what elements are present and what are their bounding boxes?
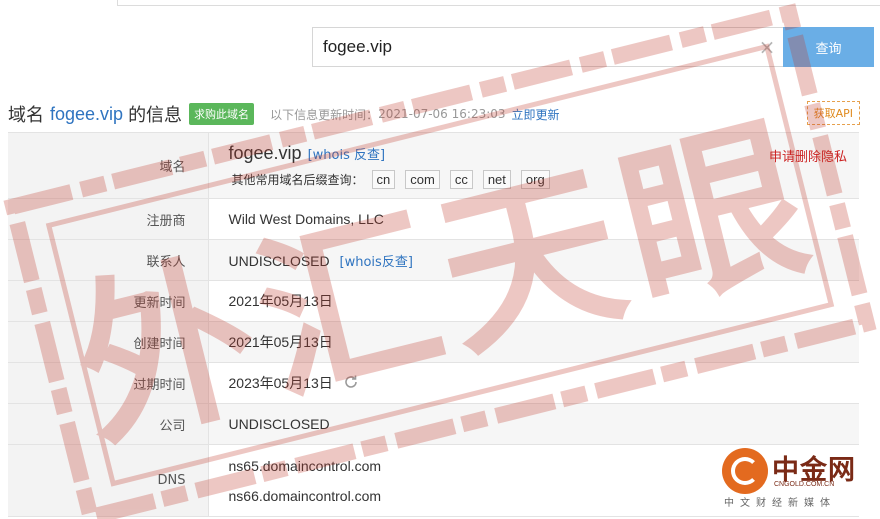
buy-domain-button[interactable]: 求购此域名	[189, 103, 255, 125]
row-value-contact: UNDISCLOSED [whois反查]	[208, 239, 859, 281]
refresh-icon[interactable]	[343, 374, 359, 393]
row-value-company: UNDISCLOSED	[208, 403, 859, 445]
row-label-expires: 过期时间	[8, 362, 209, 404]
suffix-chip-net[interactable]: net	[482, 169, 511, 189]
update-time-value: 2021-07-06 16:23:03	[378, 107, 506, 121]
update-time-label: 以下信息更新时间：	[270, 107, 379, 122]
table-row: 创建时间 2021年05月13日	[8, 321, 859, 363]
row-label-domain: 域名	[8, 132, 209, 199]
page-title-suffix: 的信息	[128, 105, 183, 126]
table-row: 过期时间 2023年05月13日	[8, 362, 859, 404]
refresh-now-link[interactable]: 立即更新	[512, 106, 560, 123]
table-row: 注册商 Wild West Domains, LLC	[8, 198, 859, 240]
browser-tab-strip	[0, 0, 880, 6]
page-title-domain: fogee.vip	[50, 103, 124, 124]
table-row: 公司 UNDISCLOSED	[8, 403, 859, 445]
row-label-company: 公司	[8, 403, 209, 445]
page-title-prefix: 域名	[8, 105, 44, 126]
row-label-dns: DNS	[8, 444, 209, 517]
domain-value: fogee.vip	[228, 142, 302, 163]
suffix-chip-cn[interactable]: cn	[371, 169, 396, 189]
row-label-updated: 更新时间	[8, 280, 209, 322]
row-label-created: 创建时间	[8, 321, 209, 363]
close-icon[interactable]: ×	[756, 36, 778, 58]
suffix-query-label: 其他常用域名后缀查询：	[231, 172, 364, 187]
row-value-created: 2021年05月13日	[208, 321, 859, 363]
row-value-expires: 2023年05月13日	[208, 362, 859, 404]
search-bar: × 查询	[312, 27, 874, 67]
row-label-contact: 联系人	[8, 239, 209, 281]
cngold-logo: 中金网 CNGOLD.COM.CN 中文财经新媒体	[722, 448, 872, 510]
search-input[interactable]	[312, 27, 784, 67]
table-row: 更新时间 2021年05月13日	[8, 280, 859, 322]
contact-value: UNDISCLOSED	[228, 252, 330, 269]
get-api-button[interactable]: 获取API	[806, 101, 860, 125]
suffix-chip-com[interactable]: com	[405, 169, 440, 189]
search-button[interactable]: 查询	[783, 27, 874, 67]
active-tab[interactable]	[0, 0, 118, 6]
table-row: 联系人 UNDISCLOSED [whois反查]	[8, 239, 859, 281]
row-value-updated: 2021年05月13日	[208, 280, 859, 322]
contact-whois-link[interactable]: [whois反查]	[340, 255, 413, 270]
logo-tagline: 中文财经新媒体	[724, 498, 836, 509]
logo-mark-icon	[722, 448, 768, 494]
logo-url: CNGOLD.COM.CN	[774, 481, 835, 488]
suffix-chip-cc[interactable]: cc	[449, 169, 473, 189]
row-value-registrar: Wild West Domains, LLC	[208, 198, 859, 240]
suffix-chip-org[interactable]: org	[520, 169, 550, 189]
expires-value: 2023年05月13日	[228, 374, 333, 391]
page-header: 域名 fogee.vip 的信息 求购此域名 以下信息更新时间： 2021-07…	[8, 101, 870, 127]
whois-reverse-link[interactable]: [whois 反查]	[308, 144, 386, 163]
remove-privacy-link[interactable]: 申请删除隐私	[769, 146, 847, 165]
row-label-registrar: 注册商	[8, 198, 209, 240]
row-value-domain: fogee.vip [whois 反查] 其他常用域名后缀查询： cn com …	[208, 132, 859, 199]
table-row: 域名 fogee.vip [whois 反查] 其他常用域名后缀查询： cn c…	[8, 132, 859, 199]
